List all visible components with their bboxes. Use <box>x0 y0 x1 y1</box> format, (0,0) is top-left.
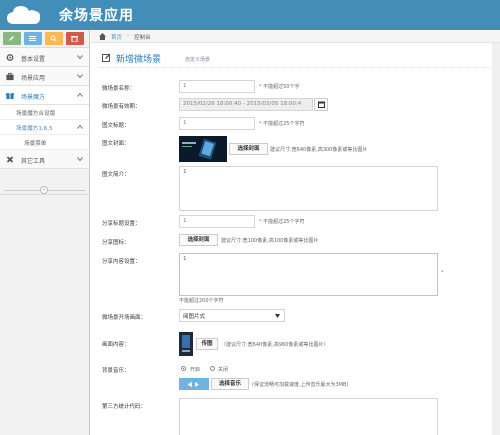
chevron-down-icon <box>77 157 83 162</box>
period-input[interactable]: 2015/02/26 18:00:40 - 2015/03/05 18:00:4 <box>179 98 313 111</box>
sidebar-item-label: 场景魔方 <box>21 94 46 101</box>
calendar-icon <box>317 101 325 108</box>
select-music-button[interactable]: 选择音乐 <box>211 378 249 390</box>
sidebar: 基本设置 场景应用 场景魔方 场景魔方合设版 场景魔方1,6,5 场景菜单 其它… <box>0 30 90 435</box>
upload-image-button[interactable]: 传图 <box>196 338 218 350</box>
share-title-hint-text: 不能超过25个字符 <box>263 219 305 225</box>
share-icon-label: 分享图标： <box>102 240 130 246</box>
pencil-icon <box>9 36 14 41</box>
sidebar-item-label: 场景应用 <box>21 75 46 82</box>
chevron-up-icon <box>77 124 83 129</box>
music-off-label: 关闭 <box>218 367 229 373</box>
sidebar-subitem-label: 场景魔方1,6,5 <box>16 126 53 132</box>
page-title: 新增微场景 <box>116 55 162 65</box>
name-label: 微场景名称： <box>102 86 136 92</box>
gift-icon <box>5 92 15 100</box>
breadcrumb-home-link[interactable]: 首页 <box>111 33 122 41</box>
briefcase-icon <box>6 72 14 81</box>
open-scene-select[interactable]: 阅图片式 <box>179 309 285 322</box>
stats-code-label: 第三方统计代码： <box>102 404 147 410</box>
sidebar-item-basic-settings[interactable]: 基本设置 <box>0 48 89 67</box>
share-content-label: 分享内容设置： <box>102 259 141 265</box>
share-icon-hint: 建议尺寸:宽100像素,高100像素或等比图片 <box>221 238 319 244</box>
speaker-play-icon <box>188 381 199 388</box>
scene-name-input[interactable]: 1 <box>179 80 255 93</box>
bg-music-label: 背景音乐： <box>102 368 130 374</box>
cover-label: 图文封面： <box>102 141 130 147</box>
page-header: 新增微场景 自定义场景 <box>100 48 492 68</box>
image-content-thumbnail <box>179 332 193 356</box>
sidebar-item-other-tools[interactable]: 其它工具 <box>0 150 89 169</box>
sidebar-item-label: 基本设置 <box>21 56 46 63</box>
app-title[interactable]: 余场景应用 <box>59 5 134 25</box>
image-content-hint: （建议尺寸:宽640像素,高960像素或等比图片） <box>221 342 329 348</box>
select-share-icon-button[interactable]: 选择封面 <box>179 234 218 246</box>
top-navbar: 余场景应用 <box>0 0 500 30</box>
list-shortcut-button[interactable] <box>24 32 42 45</box>
share-content-hint: 不能超过200个字符 <box>179 298 224 304</box>
name-hint: * 不能超过50个字 <box>259 84 300 90</box>
sidebar-item-label: 其它工具 <box>21 158 46 165</box>
image-content-label: 画面内容： <box>102 342 130 348</box>
home-icon <box>99 33 106 40</box>
shortcut-buttons <box>0 30 89 48</box>
share-title-hint: * 不能超过25个字符 <box>259 219 305 225</box>
sidebar-collapse[interactable]: « <box>0 185 89 195</box>
sidebar-subitem-scene-cube-165[interactable]: 场景魔方1,6,5 <box>0 120 89 135</box>
cover-hint: 建议尺寸:宽640像素,高300像素或等比图片 <box>270 147 368 153</box>
sidebar-subitem-scene-cube-combined[interactable]: 场景魔方合设版 <box>0 105 89 120</box>
pencil-square-icon <box>102 53 111 62</box>
music-off-radio[interactable] <box>210 366 215 371</box>
select-cover-button[interactable]: 选择封面 <box>229 143 268 155</box>
intro-textarea[interactable]: 1 <box>179 166 438 211</box>
sidebar-item-scene-app[interactable]: 场景应用 <box>0 67 89 86</box>
name-hint-text: 不能超过50个字 <box>263 84 300 90</box>
list-icon <box>29 36 36 41</box>
collapse-icon[interactable]: « <box>40 186 48 194</box>
stats-code-textarea[interactable] <box>179 398 438 435</box>
music-hint: (保证流畅可加载速度,上传音乐最大为3MB) <box>252 382 349 388</box>
edit-shortcut-button[interactable] <box>3 32 21 45</box>
calendar-button[interactable] <box>314 98 328 111</box>
scrollbar[interactable] <box>492 43 500 435</box>
breadcrumb: 首页 › 控制台 <box>91 30 500 43</box>
gear-icon <box>6 54 14 61</box>
share-title-label: 分享标题设置： <box>102 221 141 227</box>
period-label: 微场景有效期： <box>102 104 141 110</box>
sidebar-subitem-label: 场景魔方合设版 <box>16 111 56 117</box>
users-icon <box>50 35 57 42</box>
trash-icon <box>71 36 78 42</box>
intro-label: 图文简介： <box>102 172 130 178</box>
users-shortcut-button[interactable] <box>45 32 63 45</box>
sidebar-subitem-scene-menu[interactable]: 场景菜单 <box>0 135 89 150</box>
share-content-textarea[interactable]: 1 <box>179 253 438 296</box>
share-title-input[interactable]: 1 <box>179 215 255 228</box>
open-scene-label: 微场景开场画面： <box>102 315 147 321</box>
play-music-button[interactable] <box>179 378 209 390</box>
music-on-label: 开启 <box>190 367 201 373</box>
sidebar-subitem-label: 场景菜单 <box>24 141 47 147</box>
pic-title-label: 图文标题： <box>102 123 130 129</box>
open-scene-value: 阅图片式 <box>183 314 206 320</box>
trash-shortcut-button[interactable] <box>66 32 84 45</box>
chevron-down-icon <box>77 55 83 60</box>
pic-title-input[interactable]: 1 <box>179 117 255 130</box>
share-content-required: * <box>441 270 444 276</box>
breadcrumb-current: 控制台 <box>134 35 151 41</box>
pic-title-hint-text: 不能超过25个字符 <box>263 121 305 127</box>
chevron-down-icon <box>77 74 83 79</box>
chevron-up-icon <box>77 92 83 97</box>
cloud-logo-icon <box>7 6 41 24</box>
breadcrumb-separator: › <box>127 33 130 39</box>
cover-thumbnail-image <box>179 136 227 162</box>
dropdown-caret-icon <box>275 314 280 318</box>
sidebar-item-scene-cube[interactable]: 场景魔方 <box>0 86 89 105</box>
tools-icon <box>6 156 14 163</box>
music-on-radio[interactable] <box>181 366 186 371</box>
pic-title-hint: * 不能超过25个字符 <box>259 121 305 127</box>
page-subtitle: 自定义场景 <box>185 57 211 63</box>
